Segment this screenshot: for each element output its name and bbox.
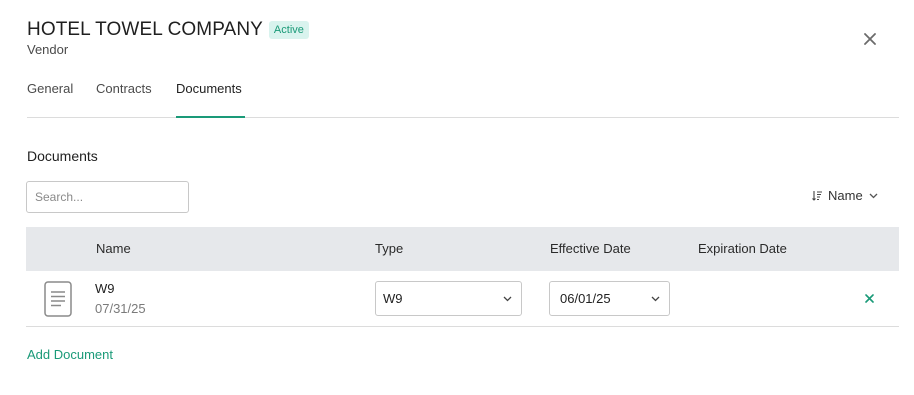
- tab-general[interactable]: General: [27, 72, 73, 117]
- tab-documents[interactable]: Documents: [176, 72, 245, 118]
- vendor-subtitle: Vendor: [27, 42, 69, 57]
- search-input[interactable]: [26, 181, 189, 213]
- sort-icon: [812, 191, 822, 201]
- column-header-type: Type: [375, 241, 404, 256]
- chevron-down-icon: [869, 193, 878, 198]
- table-row: W9 07/31/25 W9 06/01/25: [26, 271, 899, 327]
- vendor-name: HOTEL TOWEL COMPANY: [27, 19, 263, 40]
- chevron-down-icon: [503, 296, 512, 301]
- close-icon: [864, 33, 876, 45]
- add-document-link[interactable]: Add Document: [27, 347, 113, 362]
- section-title: Documents: [27, 148, 98, 164]
- page-header: HOTEL TOWEL COMPANY Active: [27, 19, 309, 41]
- type-select[interactable]: W9: [375, 281, 522, 316]
- table-header: Name Type Effective Date Expiration Date: [26, 227, 899, 271]
- remove-document-button[interactable]: [862, 291, 876, 305]
- sort-dropdown[interactable]: Name: [812, 188, 878, 203]
- document-name[interactable]: W9: [95, 281, 115, 296]
- remove-icon: [864, 293, 874, 303]
- document-icon: [44, 281, 72, 322]
- type-select-value: W9: [383, 291, 403, 306]
- chevron-down-icon: [651, 296, 660, 301]
- status-badge: Active: [268, 21, 309, 39]
- effective-date-select[interactable]: 06/01/25: [549, 281, 670, 316]
- sort-label: Name: [828, 188, 863, 203]
- tab-contracts[interactable]: Contracts: [96, 72, 152, 117]
- column-header-expiration-date: Expiration Date: [698, 241, 787, 256]
- document-date: 07/31/25: [95, 301, 146, 316]
- effective-date-value: 06/01/25: [560, 291, 611, 306]
- tab-bar: General Contracts Documents: [27, 72, 899, 118]
- column-header-name: Name: [96, 241, 131, 256]
- close-button[interactable]: [859, 28, 881, 50]
- documents-table: Name Type Effective Date Expiration Date…: [26, 227, 899, 327]
- column-header-effective-date: Effective Date: [550, 241, 631, 256]
